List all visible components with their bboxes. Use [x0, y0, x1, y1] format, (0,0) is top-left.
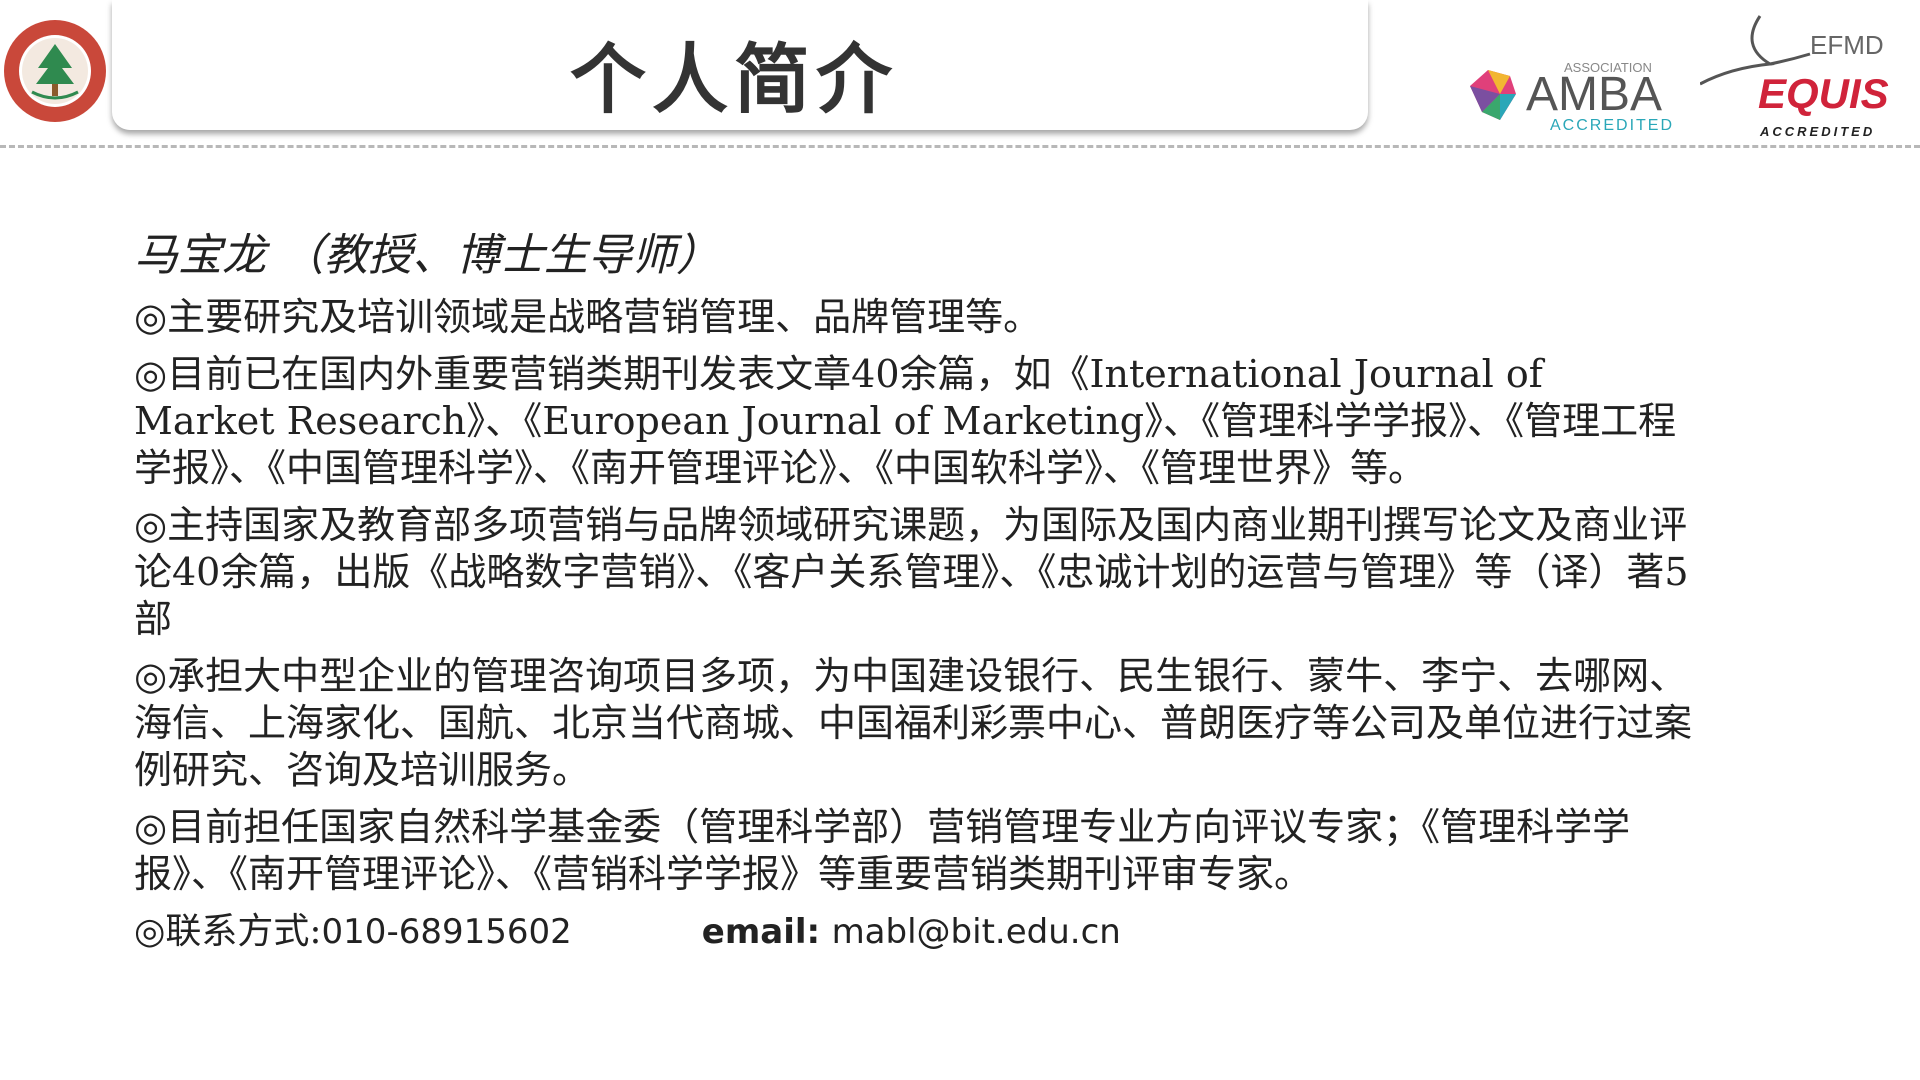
header-divider — [0, 145, 1920, 148]
amba-bottom-text: ACCREDITED — [1550, 117, 1674, 134]
amba-main-text: AMBA — [1526, 68, 1662, 121]
publications-paragraph: ◎目前已在国内外重要营销类期刊发表文章40余篇，如《International … — [134, 352, 1677, 490]
contact-label: ◎联系方式: — [134, 911, 322, 952]
university-seal-icon — [4, 20, 106, 122]
projects-books-paragraph: ◎主持国家及教育部多项营销与品牌领域研究课题，为国际及国内商业期刊撰写论文及商业… — [134, 503, 1689, 641]
page-title: 个人简介 — [570, 35, 898, 124]
email-label: email: — [701, 912, 821, 952]
equis-accredited-text: ACCREDITED — [1759, 124, 1875, 139]
equis-text: EQUIS — [1758, 70, 1889, 118]
contact-phone: 010-68915602 — [321, 912, 572, 952]
amba-accreditation-logo: ASSOCIATION AMBA ACCREDITED — [1470, 60, 1674, 134]
consulting-paragraph: ◎承担大中型企业的管理咨询项目多项，为中国建设银行、民生银行、蒙牛、李宁、去哪网… — [134, 654, 1693, 792]
equis-accreditation-logo: EFMD EQUIS ACCREDITED — [1700, 15, 1889, 139]
reviewer-roles-paragraph: ◎目前担任国家自然科学基金委（管理科学部）营销管理专业方向评议专家；《管理科学学… — [134, 805, 1631, 896]
email-link[interactable]: mabl@bit.edu.cn — [832, 912, 1121, 952]
profile-name-title: 马宝龙 （教授、博士生导师） — [134, 230, 720, 281]
profile-content: 马宝龙 （教授、博士生导师） ◎主要研究及培训领域是战略营销管理、品牌管理等。 … — [134, 228, 1694, 956]
efmd-text: EFMD — [1810, 30, 1884, 60]
contact-line: ◎联系方式:010-68915602 email: mabl@bit.edu.cn — [134, 908, 1694, 956]
research-area-paragraph: ◎主要研究及培训领域是战略营销管理、品牌管理等。 — [134, 295, 1042, 339]
